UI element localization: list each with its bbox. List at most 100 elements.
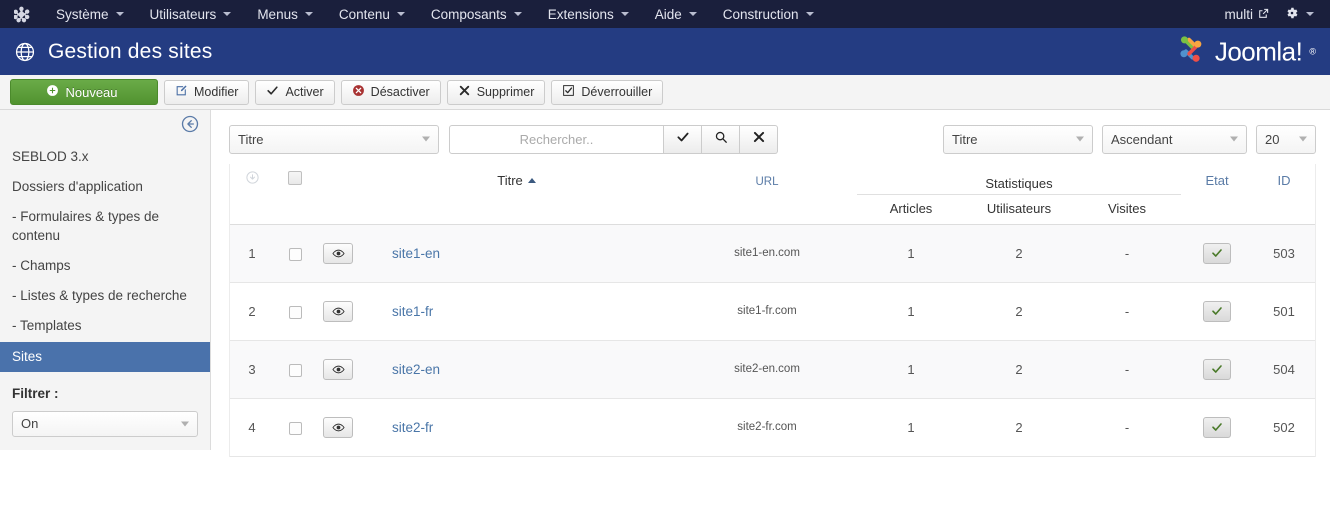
- preview-button[interactable]: [323, 300, 353, 322]
- check-icon: [1212, 365, 1222, 373]
- sidebar: SEBLOD 3.x Dossiers d'application - Form…: [0, 110, 211, 450]
- sidebar-item-listes-types-recherche[interactable]: - Listes & types de recherche: [0, 281, 210, 311]
- menu-item-composants[interactable]: Composants: [418, 3, 535, 26]
- header-title-cell[interactable]: Titre: [360, 164, 677, 194]
- download-circle-icon[interactable]: [245, 171, 260, 188]
- sort-field-select[interactable]: Titre: [943, 124, 1093, 154]
- row-visits: -: [1073, 282, 1181, 341]
- sites-table: Titre URL Statistiques Etat ID Articles …: [230, 164, 1315, 457]
- site-name-label: multi: [1224, 6, 1253, 22]
- filter-label: Filtrer :: [12, 385, 59, 401]
- menu-item-label: Système: [56, 6, 109, 22]
- sidebar-item-champs[interactable]: - Champs: [0, 251, 210, 281]
- header-users-label: Utilisateurs: [986, 200, 1052, 216]
- arrow-left-circle-icon: [180, 115, 200, 138]
- delete-button[interactable]: Supprimer: [446, 79, 546, 105]
- row-preview-cell: [316, 282, 360, 341]
- sidebar-item-formulaires-types-contenu[interactable]: - Formulaires & types de contenu: [0, 202, 210, 250]
- table-head: Titre URL Statistiques Etat ID Articles …: [230, 164, 1315, 225]
- eye-icon: [331, 365, 345, 373]
- menu-item-extensions[interactable]: Extensions: [535, 3, 642, 26]
- search-field-select[interactable]: Titre: [229, 124, 439, 154]
- header-spacer-chk: [274, 194, 316, 225]
- site-title-link[interactable]: site2-fr: [392, 420, 433, 435]
- chevron-down-icon: [115, 12, 124, 16]
- search-group: [449, 124, 778, 154]
- page-body: SEBLOD 3.x Dossiers d'application - Form…: [0, 110, 1330, 510]
- site-title-link[interactable]: site1-fr: [392, 304, 433, 319]
- checkin-button[interactable]: Déverrouiller: [551, 79, 664, 105]
- sidebar-item-label: - Listes & types de recherche: [12, 288, 187, 304]
- row-number: 1: [230, 224, 274, 283]
- search-submit-button[interactable]: [702, 124, 740, 154]
- sidebar-item-dossiers-application[interactable]: Dossiers d'application: [0, 172, 210, 202]
- chevron-down-icon: [1306, 12, 1314, 16]
- state-toggle-button[interactable]: [1203, 416, 1231, 438]
- sidebar-item-templates[interactable]: - Templates: [0, 311, 210, 341]
- row-articles: 1: [857, 398, 965, 457]
- search-input[interactable]: [449, 124, 664, 154]
- header-url-cell[interactable]: URL: [677, 164, 857, 194]
- header-state-cell[interactable]: Etat: [1181, 164, 1253, 194]
- site-title-link[interactable]: site2-en: [392, 362, 440, 377]
- page-limit-select[interactable]: 20: [1256, 124, 1316, 154]
- sidebar-item-seblod[interactable]: SEBLOD 3.x: [0, 142, 210, 172]
- header-id-cell[interactable]: ID: [1253, 164, 1315, 194]
- sidebar-collapse-button[interactable]: [180, 114, 200, 134]
- delete-button-label: Supprimer: [476, 85, 535, 99]
- joomla-mark-icon[interactable]: [14, 6, 31, 23]
- site-preview-link[interactable]: multi: [1218, 3, 1275, 26]
- sort-direction-value: Ascendant: [1111, 131, 1173, 147]
- row-checkbox[interactable]: [288, 421, 302, 435]
- sort-ascending-icon: [527, 178, 536, 183]
- state-toggle-button[interactable]: [1203, 300, 1231, 322]
- header-stats-group-label: Statistiques: [985, 175, 1053, 191]
- publish-button[interactable]: Activer: [255, 79, 335, 105]
- menu-item-aide[interactable]: Aide: [642, 3, 710, 26]
- header-spacer-eye: [316, 194, 360, 225]
- menu-item-menus[interactable]: Menus: [244, 3, 326, 26]
- menu-item-systeme[interactable]: Système: [43, 3, 137, 26]
- site-title-link[interactable]: site1-en: [392, 246, 440, 261]
- select-all-checkbox[interactable]: [288, 171, 302, 185]
- row-id: 503: [1253, 224, 1315, 283]
- menu-item-construction[interactable]: Construction: [710, 3, 827, 26]
- state-toggle-button[interactable]: [1203, 242, 1231, 264]
- header-title-label: Titre: [497, 173, 523, 188]
- preview-button[interactable]: [323, 416, 353, 438]
- chevron-down-icon: [1230, 136, 1238, 142]
- new-button[interactable]: Nouveau: [10, 79, 158, 105]
- header-url-label: URL: [755, 176, 779, 188]
- row-visits: -: [1073, 340, 1181, 399]
- filter-select[interactable]: On: [12, 410, 198, 437]
- sidebar-filter-section: Filtrer : On: [0, 372, 210, 437]
- chevron-down-icon: [1076, 136, 1084, 142]
- row-checkbox[interactable]: [288, 363, 302, 377]
- search-apply-button[interactable]: [664, 124, 702, 154]
- header-users-cell[interactable]: Utilisateurs: [965, 194, 1073, 225]
- sidebar-menu: SEBLOD 3.x Dossiers d'application - Form…: [0, 142, 210, 372]
- check-icon: [676, 130, 690, 149]
- sidebar-item-sites[interactable]: Sites: [0, 341, 210, 372]
- preview-button[interactable]: [323, 358, 353, 380]
- menu-item-contenu[interactable]: Contenu: [326, 3, 418, 26]
- row-visits: -: [1073, 224, 1181, 283]
- edit-button[interactable]: Modifier: [164, 79, 250, 105]
- row-checkbox[interactable]: [288, 305, 302, 319]
- menu-item-utilisateurs[interactable]: Utilisateurs: [137, 3, 245, 26]
- state-toggle-button[interactable]: [1203, 358, 1231, 380]
- joomla-brand-logo: Joomla! ®: [1174, 32, 1316, 71]
- chevron-down-icon: [620, 12, 629, 16]
- row-articles: 1: [857, 224, 965, 283]
- row-users: 2: [965, 282, 1073, 341]
- sort-direction-select[interactable]: Ascendant: [1102, 124, 1247, 154]
- sites-table-frame: Titre URL Statistiques Etat ID Articles …: [229, 164, 1316, 457]
- search-clear-button[interactable]: [740, 124, 778, 154]
- header-spacer-id: [1253, 194, 1315, 225]
- unpublish-button[interactable]: Désactiver: [340, 79, 441, 105]
- header-articles-cell[interactable]: Articles: [857, 194, 965, 225]
- header-visits-cell[interactable]: Visites: [1073, 194, 1181, 225]
- settings-menu-button[interactable]: [1277, 2, 1322, 27]
- row-checkbox[interactable]: [288, 247, 302, 261]
- preview-button[interactable]: [323, 242, 353, 264]
